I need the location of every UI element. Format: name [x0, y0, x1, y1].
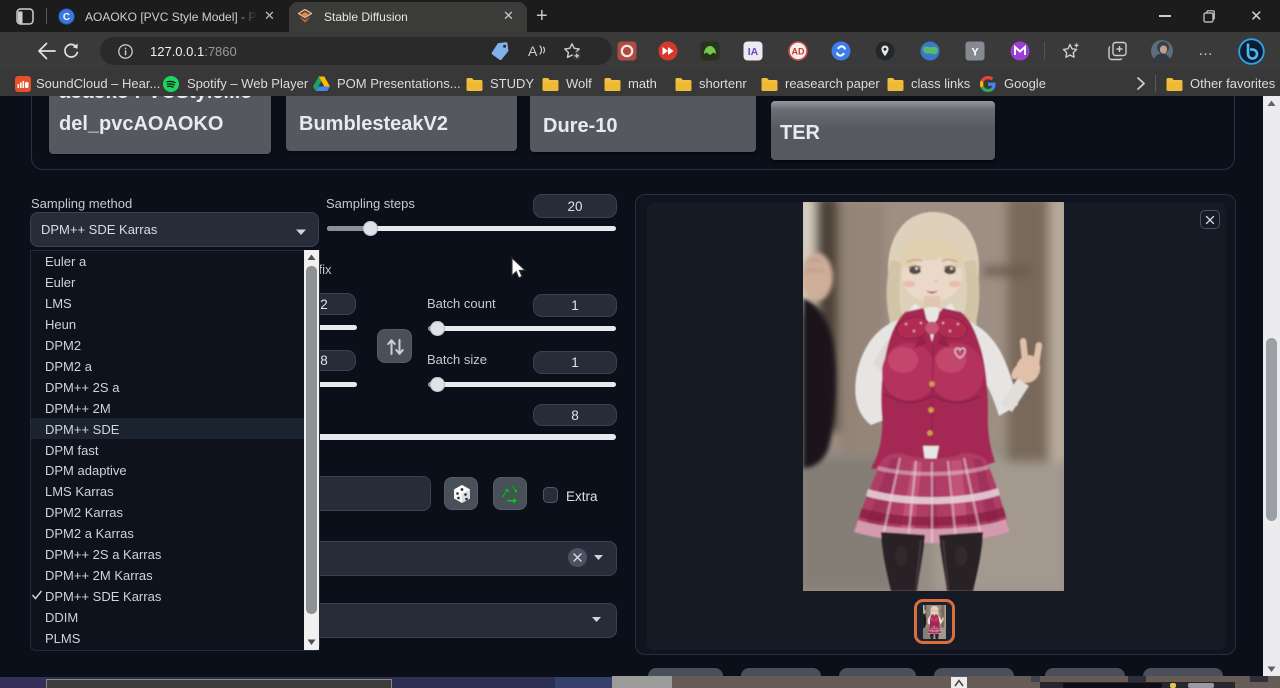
svg-text:IA: IA — [748, 46, 759, 58]
svg-text:AD: AD — [792, 47, 805, 57]
svg-text:Y: Y — [971, 46, 979, 58]
svg-text:C: C — [63, 12, 70, 23]
